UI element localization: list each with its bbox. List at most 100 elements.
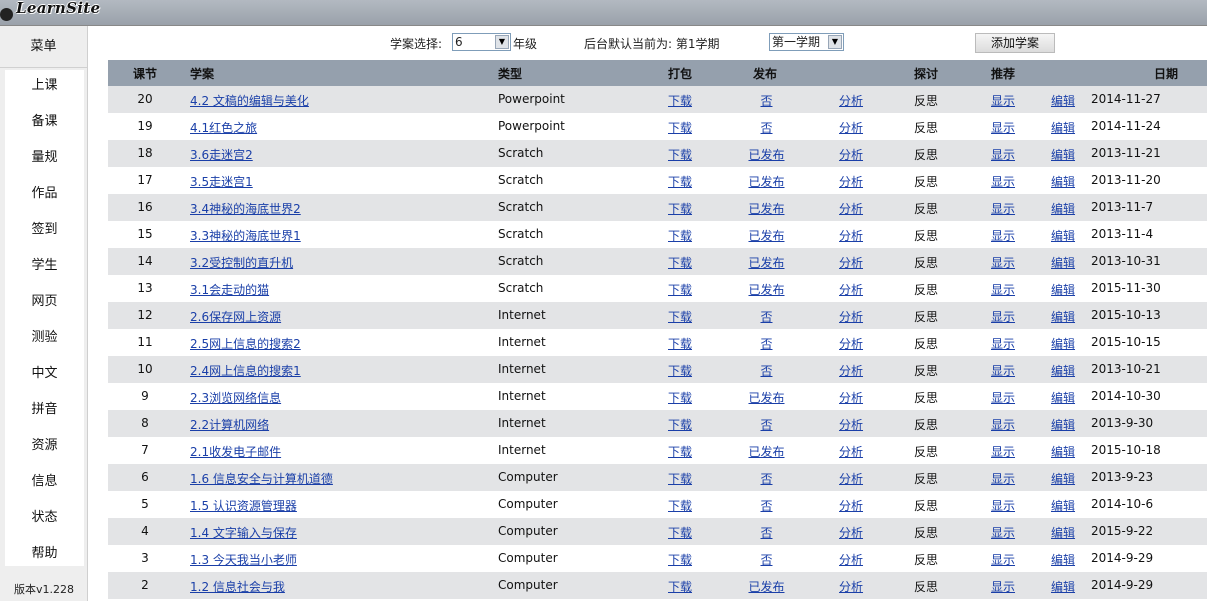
lesson-title-link[interactable]: 1.5 认识资源管理器 bbox=[190, 497, 297, 514]
show-link[interactable]: 显示 bbox=[991, 335, 1015, 352]
show-link[interactable]: 显示 bbox=[991, 470, 1015, 487]
show-link[interactable]: 显示 bbox=[991, 146, 1015, 163]
show-link[interactable]: 显示 bbox=[991, 200, 1015, 217]
edit-link[interactable]: 编辑 bbox=[1051, 443, 1075, 460]
analyze-link[interactable]: 分析 bbox=[839, 551, 863, 568]
analyze-link[interactable]: 分析 bbox=[839, 281, 863, 298]
reflect-link[interactable]: 反思 bbox=[914, 551, 938, 568]
download-link[interactable]: 下载 bbox=[668, 227, 692, 244]
publish-link[interactable]: 否 bbox=[739, 524, 794, 541]
reflect-link[interactable]: 反思 bbox=[914, 578, 938, 595]
lesson-title-link[interactable]: 4.1红色之旅 bbox=[190, 119, 257, 136]
sidebar-item[interactable]: 拼音 bbox=[5, 394, 84, 430]
publish-link[interactable]: 已发布 bbox=[739, 281, 794, 298]
lesson-title-link[interactable]: 2.6保存网上资源 bbox=[190, 308, 281, 325]
lesson-title-link[interactable]: 3.6走迷宫2 bbox=[190, 146, 253, 163]
chevron-down-icon[interactable]: ▼ bbox=[495, 35, 509, 49]
publish-link[interactable]: 已发布 bbox=[739, 173, 794, 190]
edit-link[interactable]: 编辑 bbox=[1051, 389, 1075, 406]
show-link[interactable]: 显示 bbox=[991, 443, 1015, 460]
analyze-link[interactable]: 分析 bbox=[839, 389, 863, 406]
lesson-title-link[interactable]: 2.4网上信息的搜索1 bbox=[190, 362, 301, 379]
lesson-title-link[interactable]: 3.4神秘的海底世界2 bbox=[190, 200, 301, 217]
download-link[interactable]: 下载 bbox=[668, 362, 692, 379]
lesson-title-link[interactable]: 2.1收发电子邮件 bbox=[190, 443, 281, 460]
reflect-link[interactable]: 反思 bbox=[914, 524, 938, 541]
show-link[interactable]: 显示 bbox=[991, 254, 1015, 271]
show-link[interactable]: 显示 bbox=[991, 524, 1015, 541]
publish-link[interactable]: 否 bbox=[739, 362, 794, 379]
reflect-link[interactable]: 反思 bbox=[914, 227, 938, 244]
edit-link[interactable]: 编辑 bbox=[1051, 254, 1075, 271]
reflect-link[interactable]: 反思 bbox=[914, 470, 938, 487]
edit-link[interactable]: 编辑 bbox=[1051, 119, 1075, 136]
show-link[interactable]: 显示 bbox=[991, 281, 1015, 298]
analyze-link[interactable]: 分析 bbox=[839, 335, 863, 352]
analyze-link[interactable]: 分析 bbox=[839, 578, 863, 595]
reflect-link[interactable]: 反思 bbox=[914, 281, 938, 298]
analyze-link[interactable]: 分析 bbox=[839, 92, 863, 109]
download-link[interactable]: 下载 bbox=[668, 416, 692, 433]
edit-link[interactable]: 编辑 bbox=[1051, 335, 1075, 352]
publish-link[interactable]: 已发布 bbox=[739, 227, 794, 244]
sidebar-item[interactable]: 学生 bbox=[5, 250, 84, 286]
analyze-link[interactable]: 分析 bbox=[839, 524, 863, 541]
edit-link[interactable]: 编辑 bbox=[1051, 470, 1075, 487]
publish-link[interactable]: 否 bbox=[739, 92, 794, 109]
publish-link[interactable]: 已发布 bbox=[739, 254, 794, 271]
show-link[interactable]: 显示 bbox=[991, 173, 1015, 190]
sidebar-item[interactable]: 作品 bbox=[5, 178, 84, 214]
edit-link[interactable]: 编辑 bbox=[1051, 308, 1075, 325]
lesson-title-link[interactable]: 2.5网上信息的搜索2 bbox=[190, 335, 301, 352]
sidebar-item[interactable]: 信息 bbox=[5, 466, 84, 502]
publish-link[interactable]: 已发布 bbox=[739, 578, 794, 595]
reflect-link[interactable]: 反思 bbox=[914, 119, 938, 136]
sidebar-item[interactable]: 备课 bbox=[5, 106, 84, 142]
lesson-title-link[interactable]: 1.2 信息社会与我 bbox=[190, 578, 285, 595]
sidebar-item[interactable]: 签到 bbox=[5, 214, 84, 250]
publish-link[interactable]: 已发布 bbox=[739, 389, 794, 406]
publish-link[interactable]: 否 bbox=[739, 470, 794, 487]
show-link[interactable]: 显示 bbox=[991, 227, 1015, 244]
show-link[interactable]: 显示 bbox=[991, 497, 1015, 514]
download-link[interactable]: 下载 bbox=[668, 308, 692, 325]
term-select[interactable]: 第一学期 ▼ bbox=[769, 33, 844, 51]
reflect-link[interactable]: 反思 bbox=[914, 497, 938, 514]
download-link[interactable]: 下载 bbox=[668, 335, 692, 352]
edit-link[interactable]: 编辑 bbox=[1051, 227, 1075, 244]
sidebar-item[interactable]: 网页 bbox=[5, 286, 84, 322]
analyze-link[interactable]: 分析 bbox=[839, 227, 863, 244]
lesson-title-link[interactable]: 3.3神秘的海底世界1 bbox=[190, 227, 301, 244]
analyze-link[interactable]: 分析 bbox=[839, 200, 863, 217]
add-lesson-button[interactable]: 添加学案 bbox=[975, 33, 1055, 53]
analyze-link[interactable]: 分析 bbox=[839, 416, 863, 433]
download-link[interactable]: 下载 bbox=[668, 551, 692, 568]
reflect-link[interactable]: 反思 bbox=[914, 308, 938, 325]
edit-link[interactable]: 编辑 bbox=[1051, 200, 1075, 217]
download-link[interactable]: 下载 bbox=[668, 200, 692, 217]
lesson-title-link[interactable]: 2.3浏览网络信息 bbox=[190, 389, 281, 406]
reflect-link[interactable]: 反思 bbox=[914, 335, 938, 352]
publish-link[interactable]: 已发布 bbox=[739, 146, 794, 163]
download-link[interactable]: 下载 bbox=[668, 524, 692, 541]
show-link[interactable]: 显示 bbox=[991, 362, 1015, 379]
show-link[interactable]: 显示 bbox=[991, 551, 1015, 568]
analyze-link[interactable]: 分析 bbox=[839, 362, 863, 379]
sidebar-item[interactable]: 测验 bbox=[5, 322, 84, 358]
analyze-link[interactable]: 分析 bbox=[839, 497, 863, 514]
publish-link[interactable]: 否 bbox=[739, 308, 794, 325]
reflect-link[interactable]: 反思 bbox=[914, 200, 938, 217]
publish-link[interactable]: 否 bbox=[739, 335, 794, 352]
edit-link[interactable]: 编辑 bbox=[1051, 578, 1075, 595]
show-link[interactable]: 显示 bbox=[991, 119, 1015, 136]
show-link[interactable]: 显示 bbox=[991, 308, 1015, 325]
publish-link[interactable]: 否 bbox=[739, 551, 794, 568]
download-link[interactable]: 下载 bbox=[668, 443, 692, 460]
sidebar-item[interactable]: 量规 bbox=[5, 142, 84, 178]
lesson-title-link[interactable]: 1.6 信息安全与计算机道德 bbox=[190, 470, 333, 487]
edit-link[interactable]: 编辑 bbox=[1051, 92, 1075, 109]
download-link[interactable]: 下载 bbox=[668, 173, 692, 190]
lesson-title-link[interactable]: 1.3 今天我当小老师 bbox=[190, 551, 297, 568]
reflect-link[interactable]: 反思 bbox=[914, 92, 938, 109]
reflect-link[interactable]: 反思 bbox=[914, 362, 938, 379]
